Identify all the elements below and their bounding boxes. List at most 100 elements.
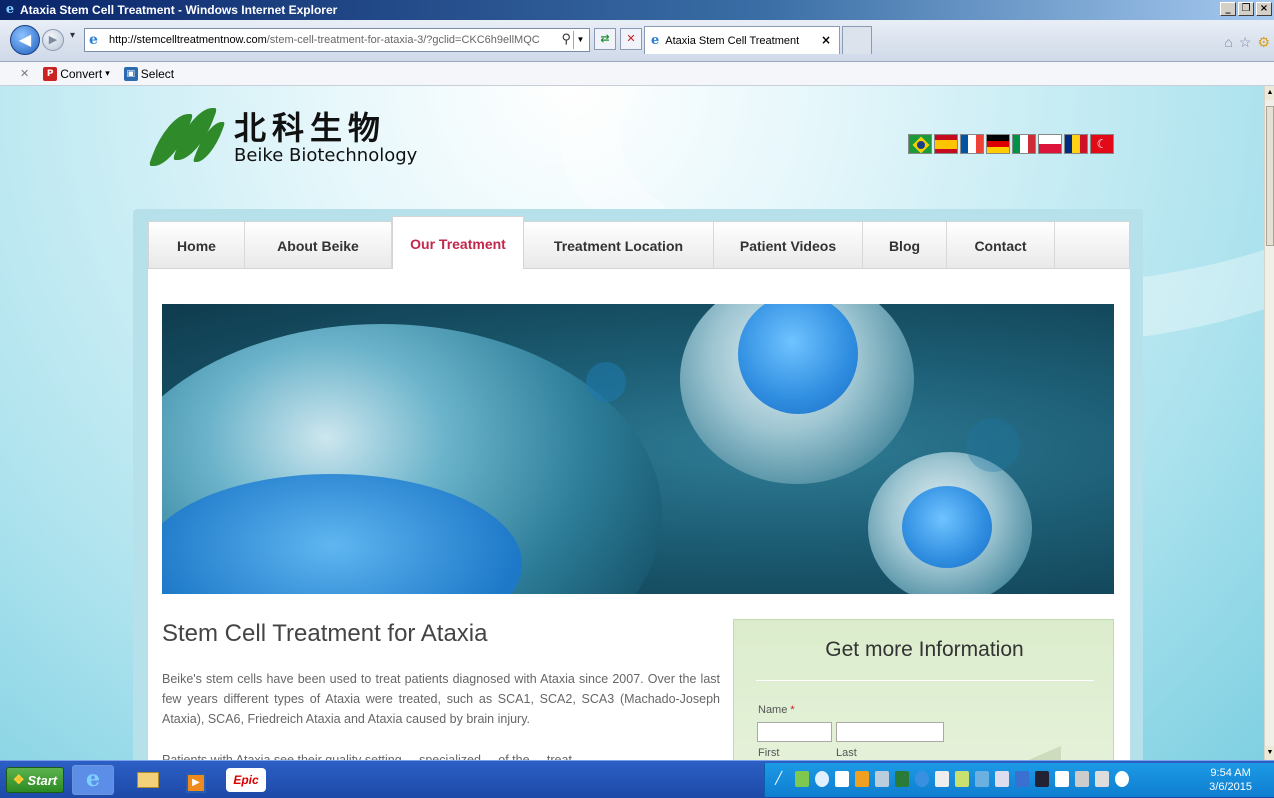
acrobat-icon[interactable] [835,771,849,787]
security-icon[interactable] [1015,771,1029,787]
form-title: Get more Information [825,638,1024,661]
close-toolbar-icon[interactable]: ✕ [20,67,29,80]
star-icon[interactable]: ☆ [1239,34,1252,51]
taskbar-epic-icon[interactable]: Epic [226,768,266,792]
menu-item-about[interactable]: About Beike [245,222,392,270]
volume-icon[interactable] [1115,771,1129,787]
last-label: Last [836,747,857,759]
menu-item-patient-videos[interactable]: Patient Videos [714,222,863,270]
page-heading: Stem Cell Treatment for Ataxia [162,620,488,647]
convert-button[interactable]: P Convert ▾ [43,66,110,81]
first-name-input[interactable] [757,722,832,742]
restore-button[interactable]: ❐ [1238,2,1254,16]
tab-close-icon[interactable]: × [821,33,831,47]
flag-poland-icon[interactable] [1038,134,1062,154]
refresh-icon[interactable]: ⇄ [594,28,616,50]
page-ie-icon: e [89,32,98,48]
first-label: First [758,747,780,759]
vertical-scrollbar[interactable]: ▲ ▼ [1264,86,1274,760]
flag-spain-icon[interactable] [934,134,958,154]
flag-turkey-icon[interactable]: ☾ [1090,134,1114,154]
new-tab-button[interactable] [842,26,872,54]
ie-icon: e [5,2,15,17]
language-flags: ☾ [908,134,1114,154]
banner-dot-1 [586,362,626,402]
clock-date: 3/6/2015 [1209,781,1252,793]
back-arrow-icon[interactable]: ◀ [10,25,40,55]
taskbar-folder-icon[interactable] [132,765,164,795]
banner-cell-small [868,452,1032,594]
window-title: Ataxia Stem Cell Treatment - Windows Int… [20,3,338,17]
tray-clock[interactable]: 9:54 AM 3/6/2015 [1209,766,1252,794]
address-dropdown-icon[interactable]: ▼ [573,31,587,49]
banner-nucleus-small [902,486,992,568]
logo-leaf-icon [148,108,228,170]
pen-icon[interactable]: ╱ [775,771,789,787]
network-icon[interactable] [795,771,809,787]
scroll-up-icon[interactable]: ▲ [1265,86,1274,100]
cloud-icon[interactable] [815,771,829,787]
device-icon[interactable] [1075,771,1089,787]
start-button[interactable]: ❖ Start [6,767,64,793]
ie-window: e Ataxia Stem Cell Treatment - Windows I… [0,0,1274,798]
tab-ie-icon: e [651,33,660,48]
forward-arrow-icon[interactable]: ▶ [42,29,64,51]
address-bar[interactable]: e http://stemcelltreatmentnow.com/stem-c… [84,28,590,52]
banner-nucleus-large [738,304,858,414]
shield-icon[interactable] [895,771,909,787]
command-bar: ✕ P Convert ▾ ▣ Select [0,62,1274,86]
minimize-button[interactable]: _ [1220,2,1236,16]
tiles-icon[interactable] [855,771,869,787]
scroll-thumb[interactable] [1266,106,1274,246]
scroll-down-icon[interactable]: ▼ [1265,746,1274,760]
windows-logo-icon: ❖ [12,772,25,787]
select-button[interactable]: ▣ Select [123,66,174,81]
sync-icon[interactable] [915,771,929,787]
logo-english: Beike Biotechnology [234,145,418,166]
taskbar-ie-icon[interactable]: e [72,765,114,795]
app-icon[interactable] [975,771,989,787]
monitor-icon[interactable] [995,771,1009,787]
signal-icon[interactable] [1095,771,1109,787]
address-url[interactable]: http://stemcelltreatmentnow.com/stem-cel… [109,34,539,46]
flag-brazil-icon[interactable] [908,134,932,154]
clock-time: 9:54 AM [1210,767,1251,779]
user-icon[interactable] [935,771,949,787]
menu-item-blog[interactable]: Blog [863,222,947,270]
menu-item-home[interactable]: Home [149,222,245,270]
window-controls: _ ❐ × [1220,2,1272,16]
form-decoration [991,746,1061,760]
flag-tray-icon[interactable] [1055,771,1069,787]
second-paragraph-partial: Patients with Ataxia see their quality s… [162,753,586,760]
tool-icon[interactable] [955,771,969,787]
banner-cell-large [680,304,914,484]
site-logo[interactable]: 北科生物 Beike Biotechnology [148,108,417,170]
logo-chinese: 北科生物 [234,109,387,147]
last-name-input[interactable] [836,722,944,742]
intro-paragraph: Beike's stem cells have been used to tre… [162,672,720,726]
menu-item-contact[interactable]: Contact [947,222,1055,270]
gear-icon[interactable]: ⚙ [1257,34,1270,51]
tray-icons: ╱ [775,771,1129,787]
display-icon[interactable] [1035,771,1049,787]
name-label: Name * [758,704,795,716]
form-divider [756,680,1094,681]
required-marker: * [790,704,795,716]
navigation-bar: ◀ ▶ ▾ e http://stemcelltreatmentnow.com/… [0,20,1274,62]
search-icon[interactable]: ⚲ [561,31,571,47]
settings-tray-icon[interactable] [875,771,889,787]
home-icon[interactable]: ⌂ [1224,34,1232,51]
history-dropdown[interactable]: ▾ [70,30,75,41]
flag-italy-icon[interactable] [1012,134,1036,154]
browser-tab[interactable]: e Ataxia Stem Cell Treatment × [644,26,840,54]
flag-romania-icon[interactable] [1064,134,1088,154]
close-window-button[interactable]: × [1256,2,1272,16]
flag-germany-icon[interactable] [986,134,1010,154]
menu-item-treatment-location[interactable]: Treatment Location [524,222,714,270]
taskbar-media-icon[interactable]: ▶ [180,765,212,795]
hero-banner-image [162,304,1114,594]
flag-france-icon[interactable] [960,134,984,154]
menu-item-our-treatment[interactable]: Our Treatment [392,216,524,270]
info-form: Get more Information Name * First Last [733,619,1114,760]
stop-icon[interactable]: ✕ [620,28,642,50]
